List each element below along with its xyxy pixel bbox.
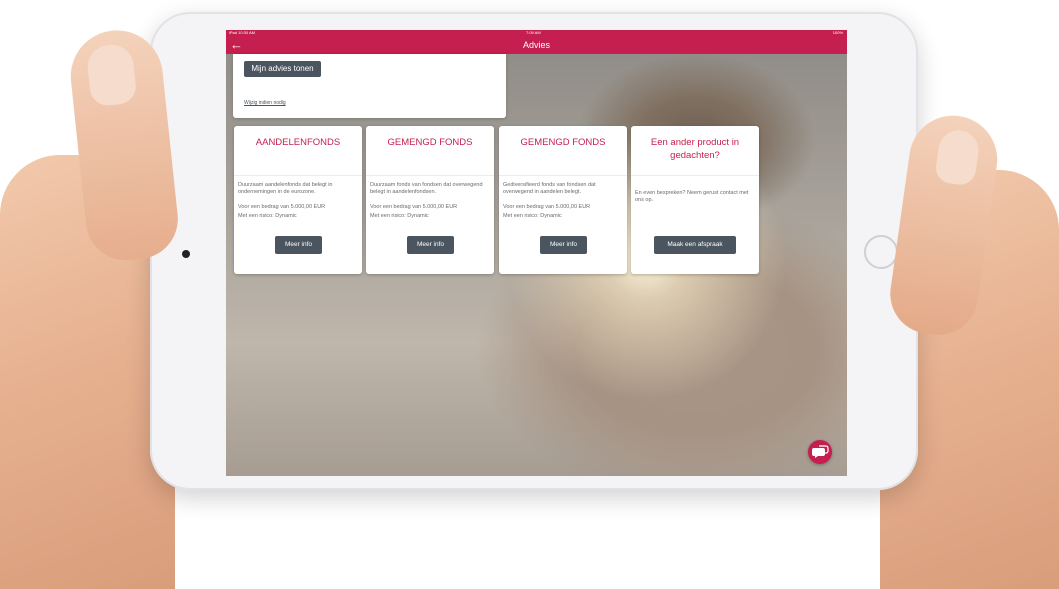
card-description: Duurzaam fonds van fondsen dat overwegen…: [370, 182, 483, 195]
product-card-gemengd-fonds-1: GEMENGD FONDS Duurzaam fonds van fondsen…: [366, 126, 494, 274]
show-advice-button[interactable]: Mijn advies tonen: [244, 61, 321, 77]
card-title: GEMENGD FONDS: [520, 137, 606, 148]
card-description: Duurzaam aandelenfonds dat belegt in ond…: [238, 182, 333, 195]
product-card-aandelenfonds: AANDELENFONDS Duurzaam aandelenfonds dat…: [234, 126, 362, 274]
card-risk: Met een risico: Dynamic: [238, 213, 297, 219]
card-divider: [631, 175, 759, 176]
more-info-button[interactable]: Meer info: [407, 236, 454, 254]
card-amount: Voor een bedrag van 5.000,00 EUR: [503, 204, 591, 210]
advice-summary-card: Mijn advies tonen Wijzig indien nodig: [233, 54, 506, 118]
card-title: GEMENGD FONDS: [387, 137, 473, 148]
card-title: AANDELENFONDS: [255, 137, 341, 148]
nav-bar: ← Advies: [226, 36, 847, 54]
product-card-other: Een ander product in gedachten? En even …: [631, 126, 759, 274]
card-risk: Met een risico: Dynamic: [503, 213, 562, 219]
card-divider: [234, 175, 362, 176]
app-screen: iPad 10:30 AM 7:09 AM 100% ← Advies Mijn…: [226, 30, 847, 476]
card-title: Een ander product in gedachten?: [650, 137, 740, 161]
card-divider: [366, 175, 494, 176]
tablet-device: iPad 10:30 AM 7:09 AM 100% ← Advies Mijn…: [150, 12, 918, 490]
make-appointment-button[interactable]: Maak een afspraak: [654, 236, 736, 254]
home-button: [864, 235, 898, 269]
card-amount: Voor een bedrag van 5.000,00 EUR: [238, 204, 326, 210]
tablet-camera: [182, 250, 190, 258]
page-title: Advies: [522, 40, 550, 50]
card-description: Gediversifieerd fonds van fondsen dat ov…: [503, 182, 596, 195]
left-thumbnail: [85, 42, 138, 108]
more-info-button[interactable]: Meer info: [275, 236, 322, 254]
right-thumbnail: [934, 127, 982, 187]
card-risk: Met een risico: Dynamic: [370, 213, 429, 219]
card-description: En even bespreken? Neem gerust contact m…: [635, 190, 749, 203]
more-info-button[interactable]: Meer info: [540, 236, 587, 254]
product-card-gemengd-fonds-2: GEMENGD FONDS Gediversifieerd fonds van …: [499, 126, 627, 274]
chat-button[interactable]: [808, 440, 832, 464]
edit-if-needed-link[interactable]: Wijzig indien nodig: [244, 100, 286, 106]
card-divider: [499, 175, 627, 176]
card-amount: Voor een bedrag van 5.000,00 EUR: [370, 204, 458, 210]
chat-bubble-icon: [812, 445, 829, 458]
